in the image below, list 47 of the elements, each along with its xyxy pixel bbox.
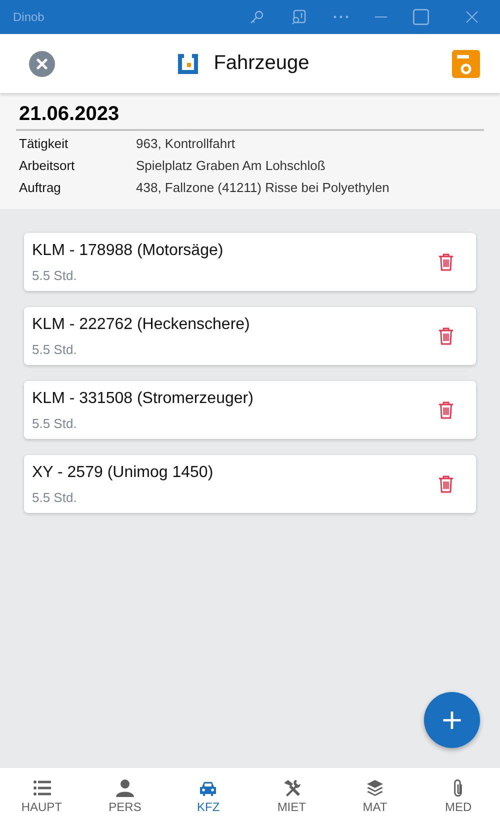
- car-icon: [199, 779, 218, 797]
- field-label: Auftrag: [19, 179, 62, 197]
- logo-icon: [178, 54, 198, 74]
- key-icon[interactable]: [249, 9, 265, 25]
- layers-icon: [366, 779, 384, 797]
- vehicle-hours: 5.5 Std.: [32, 268, 78, 282]
- vehicle-name: KLM - 331508 (Stromerzeuger): [32, 390, 254, 408]
- nav-tab[interactable]: MED: [416, 768, 500, 825]
- paperclip-icon: [454, 779, 462, 797]
- field-label: Tätigkeit: [19, 135, 70, 153]
- vehicle-hours: 5.5 Std.: [32, 342, 78, 356]
- vehicle-hours: 5.5 Std.: [32, 416, 78, 430]
- nav-tab[interactable]: HAUPT: [0, 768, 84, 825]
- tools-icon: [282, 779, 301, 797]
- window-title: Dinob: [13, 10, 44, 24]
- field-value: 438, Fallzone (41211) Risse bei Polyethylen: [136, 179, 390, 197]
- add-button[interactable]: +: [424, 692, 480, 748]
- search-icon[interactable]: [291, 9, 307, 25]
- maximize-icon[interactable]: [413, 9, 429, 25]
- field-label: Arbeitsort: [19, 157, 76, 175]
- list-icon: [32, 779, 51, 797]
- delete-icon[interactable]: [438, 327, 454, 345]
- minimize-icon[interactable]: [375, 16, 387, 18]
- vehicle-card[interactable]: XY - 2579 (Unimog 1450) 5.5 Std.: [24, 455, 476, 513]
- close-icon[interactable]: [29, 50, 55, 76]
- person-icon: [116, 779, 134, 797]
- vehicle-name: KLM - 178988 (Motorsäge): [32, 242, 224, 260]
- vehicle-card[interactable]: KLM - 178988 (Motorsäge) 5.5 Std.: [24, 233, 476, 291]
- nav-tab[interactable]: KFZ: [166, 768, 250, 825]
- more-icon[interactable]: [333, 15, 349, 19]
- close-icon[interactable]: [466, 11, 478, 23]
- nav-tab[interactable]: PERS: [83, 768, 167, 825]
- delete-icon[interactable]: [438, 475, 454, 493]
- nav-tab[interactable]: MIET: [250, 768, 334, 825]
- delete-icon[interactable]: [438, 253, 454, 271]
- field-value: Spielplatz Graben Am Lohschloß: [136, 157, 326, 175]
- nav-tab[interactable]: MAT: [333, 768, 417, 825]
- vehicle-card[interactable]: KLM - 331508 (Stromerzeuger) 5.5 Std.: [24, 381, 476, 439]
- vehicle-name: KLM - 222762 (Heckenschere): [32, 316, 250, 334]
- vehicle-card[interactable]: KLM - 222762 (Heckenschere) 5.5 Std.: [24, 307, 476, 365]
- page-title: Fahrzeuge: [214, 52, 310, 75]
- save-icon[interactable]: [452, 50, 480, 78]
- vehicle-hours: 5.5 Std.: [32, 490, 78, 504]
- vehicle-name: XY - 2579 (Unimog 1450): [32, 464, 214, 482]
- field-value: 963, Kontrollfahrt: [136, 135, 236, 153]
- date-heading: 21.06.2023: [16, 103, 484, 131]
- delete-icon[interactable]: [438, 401, 454, 419]
